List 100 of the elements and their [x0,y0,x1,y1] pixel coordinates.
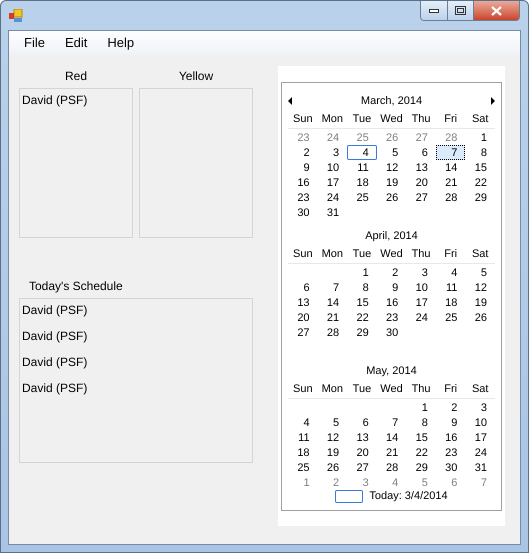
calendar-day[interactable]: 28 [436,190,466,205]
calendar-day[interactable]: 18 [288,445,318,460]
calendar-day[interactable]: 11 [347,160,377,175]
calendar-day[interactable]: 12 [376,160,406,175]
calendar-day[interactable]: 6 [288,280,318,295]
list-item[interactable]: David (PSF) [22,355,88,369]
calendar-day[interactable]: 27 [288,325,318,340]
calendar-day[interactable]: 13 [406,160,436,175]
calendar-day[interactable]: 4 [347,145,377,160]
calendar-day[interactable]: 16 [376,295,406,310]
calendar-day[interactable]: 22 [465,175,495,190]
calendar-day[interactable]: 27 [406,190,436,205]
calendar-day[interactable]: 15 [406,430,436,445]
calendar-day[interactable]: 9 [436,415,466,430]
calendar-day[interactable]: 5 [318,415,348,430]
calendar-day[interactable]: 19 [465,295,495,310]
calendar-day[interactable]: 19 [376,175,406,190]
calendar-day[interactable]: 2 [318,475,348,490]
calendar-day[interactable]: 27 [406,130,436,145]
calendar-day[interactable]: 31 [318,205,348,220]
calendar-day[interactable]: 23 [376,310,406,325]
calendar-day[interactable]: 2 [376,265,406,280]
calendar-day[interactable]: 19 [318,445,348,460]
calendar-day[interactable]: 28 [318,325,348,340]
calendar-day[interactable]: 29 [347,325,377,340]
calendar-day[interactable]: 1 [406,400,436,415]
calendar-day[interactable]: 13 [288,295,318,310]
minimize-button[interactable] [421,1,448,20]
calendar-day[interactable]: 16 [288,175,318,190]
calendar-day[interactable]: 25 [436,310,466,325]
calendar-day[interactable]: 28 [436,130,466,145]
menu-item[interactable]: Help [99,33,142,53]
calendar-day[interactable]: 4 [376,475,406,490]
calendar-day[interactable]: 24 [318,130,348,145]
list-box[interactable]: David (PSF) [19,88,133,238]
maximize-button[interactable] [448,1,474,20]
calendar-day[interactable]: 17 [318,175,348,190]
calendar-day[interactable]: 11 [436,280,466,295]
calendar-day[interactable]: 23 [288,130,318,145]
calendar-day[interactable]: 13 [347,430,377,445]
today-link[interactable]: Today: 3/4/2014 [369,488,448,504]
calendar-day[interactable]: 7 [318,280,348,295]
calendar-day[interactable]: 12 [465,280,495,295]
calendar-day[interactable]: 16 [436,430,466,445]
calendar-day[interactable]: 6 [406,145,436,160]
calendar-day[interactable]: 10 [406,280,436,295]
calendar-day[interactable]: 27 [347,460,377,475]
calendar-day[interactable]: 3 [347,475,377,490]
calendar-day[interactable]: 3 [318,145,348,160]
calendar-day[interactable]: 7 [465,475,495,490]
calendar-day[interactable]: 9 [376,280,406,295]
list-box[interactable]: David (PSF) David (PSF) David (PSF) David (PSF) [19,298,253,463]
calendar-day[interactable]: 22 [347,310,377,325]
calendar-day[interactable]: 29 [406,460,436,475]
calendar-day[interactable]: 24 [406,310,436,325]
calendar-day[interactable]: 8 [347,280,377,295]
calendar-day[interactable]: 25 [288,460,318,475]
calendar-day[interactable]: 11 [288,430,318,445]
calendar-day[interactable]: 24 [465,445,495,460]
calendar-day[interactable]: 30 [436,460,466,475]
calendar-day[interactable]: 3 [465,400,495,415]
calendar-day[interactable]: 25 [347,130,377,145]
calendar-day[interactable]: 1 [347,265,377,280]
previous-month-icon[interactable] [288,97,292,105]
calendar-day[interactable]: 21 [436,175,466,190]
calendar-day[interactable]: 5 [376,145,406,160]
calendar-day[interactable]: 4 [436,265,466,280]
calendar-day[interactable]: 23 [288,190,318,205]
calendar-day[interactable]: 26 [318,460,348,475]
list-item[interactable]: David (PSF) [22,303,88,317]
list-item[interactable]: David (PSF) [22,381,88,395]
calendar-day[interactable]: 14 [318,295,348,310]
calendar-day[interactable]: 30 [376,325,406,340]
calendar-day[interactable]: 6 [436,475,466,490]
next-month-icon[interactable] [491,97,495,105]
calendar-day[interactable]: 26 [376,130,406,145]
menu-item[interactable]: File [16,33,53,53]
calendar-day[interactable]: 21 [376,445,406,460]
calendar-day[interactable]: 8 [465,145,495,160]
calendar-day[interactable]: 15 [347,295,377,310]
calendar-day[interactable]: 23 [436,445,466,460]
list-item[interactable]: David (PSF) [22,329,88,343]
calendar-day[interactable]: 14 [376,430,406,445]
calendar-day[interactable]: 3 [406,265,436,280]
calendar-day[interactable]: 6 [347,415,377,430]
calendar-day[interactable]: 26 [376,190,406,205]
calendar-day[interactable]: 10 [318,160,348,175]
calendar-day[interactable]: 18 [347,175,377,190]
calendar-day[interactable]: 25 [347,190,377,205]
calendar-day[interactable]: 1 [465,130,495,145]
calendar-day[interactable]: 20 [288,310,318,325]
menu-item[interactable]: Edit [56,33,96,53]
calendar-day[interactable]: 1 [288,475,318,490]
calendar-day[interactable]: 22 [406,445,436,460]
calendar-day[interactable]: 30 [288,205,318,220]
calendar-day[interactable]: 14 [436,160,466,175]
calendar-day[interactable]: 5 [465,265,495,280]
calendar-day[interactable]: 4 [288,415,318,430]
calendar-day[interactable]: 8 [406,415,436,430]
calendar-day[interactable]: 10 [465,415,495,430]
